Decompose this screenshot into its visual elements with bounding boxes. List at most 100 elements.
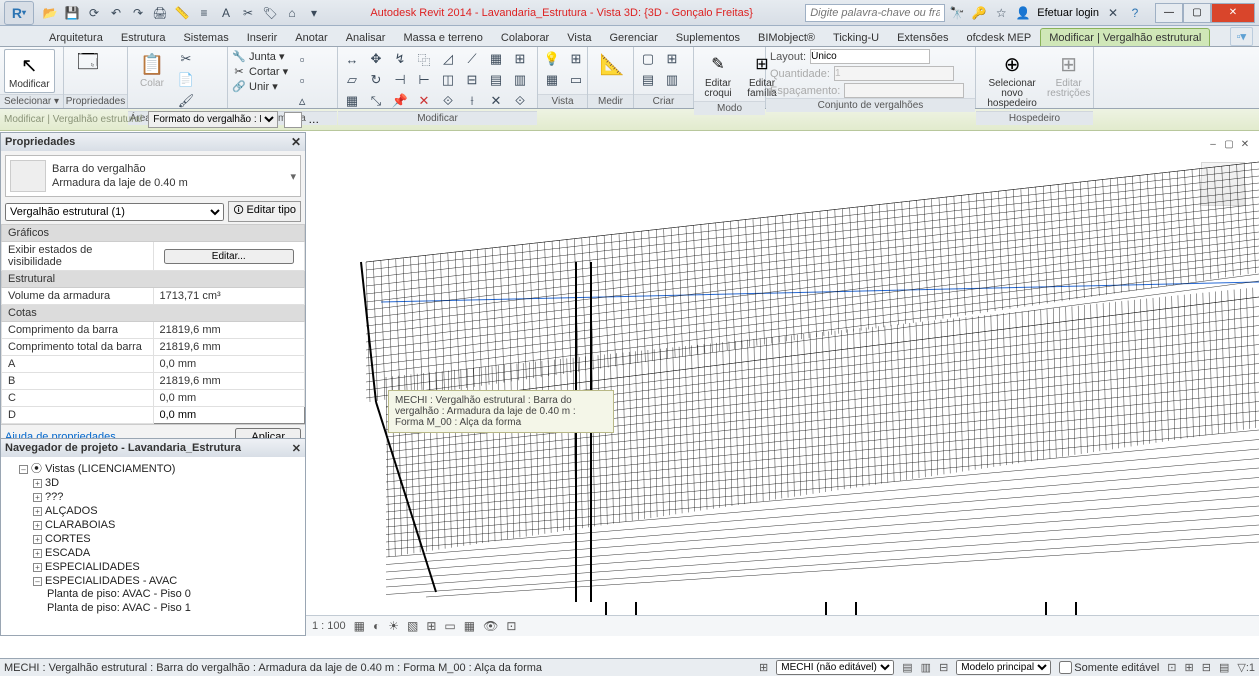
copy-geo-icon[interactable]: ⿻ xyxy=(414,49,434,69)
criar4-icon[interactable]: ▥ xyxy=(662,70,682,90)
close-button[interactable]: ✕ xyxy=(1211,3,1255,23)
design-option-select[interactable]: Modelo principal xyxy=(956,660,1051,675)
switch-icon[interactable]: ▾ xyxy=(306,5,322,21)
tab-extensoes[interactable]: Extensões xyxy=(888,28,957,46)
m7-icon[interactable]: ✕ xyxy=(486,91,506,111)
type-selector[interactable]: Barra do vergalhãoArmadura da laje de 0.… xyxy=(5,155,301,197)
match-icon[interactable]: 🖌 xyxy=(176,91,196,111)
options-box[interactable] xyxy=(284,112,302,128)
properties-button[interactable]: 🗔 xyxy=(68,49,108,91)
instance-filter[interactable]: Vergalhão estrutural (1) xyxy=(5,203,224,221)
row-b-val[interactable]: 21819,6 mm xyxy=(153,373,305,390)
row-d-val[interactable] xyxy=(153,407,305,424)
filter-icon[interactable]: ▽:1 xyxy=(1237,661,1255,674)
cut-icon[interactable]: ✂ xyxy=(176,49,196,69)
tab-colaborar[interactable]: Colaborar xyxy=(492,28,558,46)
vista1-icon[interactable]: 💡 xyxy=(542,49,562,69)
measure-icon[interactable]: 📏 xyxy=(174,5,190,21)
browser-tree[interactable]: –⦿ Vistas (LICENCIAMENTO) +3D +??? +ALÇA… xyxy=(1,457,305,617)
select-host-button[interactable]: ⊕Selecionar novo hospedeiro xyxy=(980,49,1044,111)
render-icon[interactable]: ⊞ xyxy=(426,619,436,633)
rebar-shape-select[interactable]: Formato do vergalhão : M ▾ xyxy=(148,111,278,128)
help-icon[interactable]: ? xyxy=(1127,5,1143,21)
m4-icon[interactable]: ▥ xyxy=(510,70,530,90)
grid-icon[interactable]: ▦ xyxy=(486,49,506,69)
rotate-icon[interactable]: ↻ xyxy=(366,70,386,90)
minimize-button[interactable]: — xyxy=(1155,3,1183,23)
m6-icon[interactable]: ⟊ xyxy=(462,91,482,111)
save-icon[interactable]: 💾 xyxy=(64,5,80,21)
s3-icon[interactable]: ⊟ xyxy=(939,661,948,674)
measure-button[interactable]: 📐 xyxy=(592,49,632,79)
infocenter-search[interactable] xyxy=(805,4,945,22)
sel4-icon[interactable]: ▤ xyxy=(1219,661,1229,674)
extend-icon[interactable]: ⟋ xyxy=(462,49,482,69)
tab-sistemas[interactable]: Sistemas xyxy=(174,28,237,46)
edit-type-button[interactable]: 🛈 Editar tipo xyxy=(228,201,301,222)
tab-estrutura[interactable]: Estrutura xyxy=(112,28,175,46)
signin-label[interactable]: Efetuar login xyxy=(1037,7,1099,19)
sync-icon[interactable]: ⟳ xyxy=(86,5,102,21)
vista3-icon[interactable]: ⊞ xyxy=(566,49,586,69)
m5-icon[interactable]: ⟐ xyxy=(438,91,458,111)
tab-ofcdesk[interactable]: ofcdesk MEP xyxy=(957,28,1040,46)
crop-icon[interactable]: ▭ xyxy=(444,619,455,633)
mirror-icon[interactable]: ▱ xyxy=(342,70,362,90)
group-icon[interactable]: ⊞ xyxy=(510,49,530,69)
cat-graficos[interactable]: Gráficos xyxy=(2,225,305,242)
pin-icon[interactable]: 📌 xyxy=(390,91,410,111)
tab-anotar[interactable]: Anotar xyxy=(286,28,336,46)
text-icon[interactable]: A xyxy=(218,5,234,21)
reveal-icon[interactable]: ⊡ xyxy=(506,619,516,633)
sun-icon[interactable]: ☀ xyxy=(388,619,399,633)
options-more[interactable]: … xyxy=(308,114,319,126)
editable-only-check[interactable]: Somente editável xyxy=(1059,661,1159,674)
tab-massa[interactable]: Massa e terreno xyxy=(394,28,491,46)
workset-icon[interactable]: ⊞ xyxy=(759,661,768,674)
paste-button[interactable]: 📋Colar xyxy=(132,49,172,91)
m8-icon[interactable]: ⟐ xyxy=(510,91,530,111)
scale-icon[interactable]: ⤡ xyxy=(366,91,386,111)
scale-label[interactable]: 1 : 100 xyxy=(312,620,346,632)
cortar-button[interactable]: ✂Cortar ▾ xyxy=(232,64,288,78)
m2-icon[interactable]: ⊟ xyxy=(462,70,482,90)
redo-icon[interactable]: ↷ xyxy=(130,5,146,21)
vista4-icon[interactable]: ▭ xyxy=(566,70,586,90)
style-icon[interactable]: ◐ xyxy=(373,619,380,633)
print-icon[interactable]: 🖨 xyxy=(152,5,168,21)
copy-icon[interactable]: 📄 xyxy=(176,70,196,90)
browser-close-icon[interactable]: ✕ xyxy=(292,442,301,455)
cat-estrutural[interactable]: Estrutural xyxy=(2,271,305,288)
binoculars-icon[interactable]: 🔭 xyxy=(949,5,965,21)
detail-icon[interactable]: ▦ xyxy=(354,619,365,633)
tab-suplementos[interactable]: Suplementos xyxy=(667,28,749,46)
tab-ticking[interactable]: Ticking-U xyxy=(824,28,888,46)
visib-edit-button[interactable]: Editar... xyxy=(164,249,294,264)
sel1-icon[interactable]: ⊡ xyxy=(1167,661,1176,674)
palette-close-icon[interactable]: ✕ xyxy=(291,135,301,149)
tab-inserir[interactable]: Inserir xyxy=(238,28,287,46)
workset-select[interactable]: MECHI (não editável) xyxy=(776,660,894,675)
crop2-icon[interactable]: ▦ xyxy=(464,619,475,633)
star-icon[interactable]: ☆ xyxy=(993,5,1009,21)
undo-icon[interactable]: ↶ xyxy=(108,5,124,21)
row-c-val[interactable]: 0,0 mm xyxy=(153,390,305,407)
sel3-icon[interactable]: ⊟ xyxy=(1202,661,1211,674)
s1-icon[interactable]: ▤ xyxy=(902,661,912,674)
align-icon[interactable]: ≡ xyxy=(196,5,212,21)
s2-icon[interactable]: ▥ xyxy=(921,661,931,674)
section-icon[interactable]: ✂ xyxy=(240,5,256,21)
open-icon[interactable]: 📂 xyxy=(42,5,58,21)
array-icon[interactable]: ▦ xyxy=(342,91,362,111)
geom-opt1-icon[interactable]: ▫ xyxy=(292,49,312,69)
row-a-val[interactable]: 0,0 mm xyxy=(153,356,305,373)
edit-sketch-button[interactable]: ✎Editar croqui xyxy=(698,49,738,101)
signin-icon[interactable]: 👤 xyxy=(1015,5,1031,21)
tab-gerenciar[interactable]: Gerenciar xyxy=(601,28,667,46)
m1-icon[interactable]: ◫ xyxy=(438,70,458,90)
tab-modificar-contextual[interactable]: Modificar | Vergalhão estrutural xyxy=(1040,28,1210,46)
criar2-icon[interactable]: ▤ xyxy=(638,70,658,90)
split-icon[interactable]: ⊢ xyxy=(414,70,434,90)
tab-arquitetura[interactable]: Arquitetura xyxy=(40,28,112,46)
unir-button[interactable]: 🔗Unir ▾ xyxy=(232,79,288,93)
